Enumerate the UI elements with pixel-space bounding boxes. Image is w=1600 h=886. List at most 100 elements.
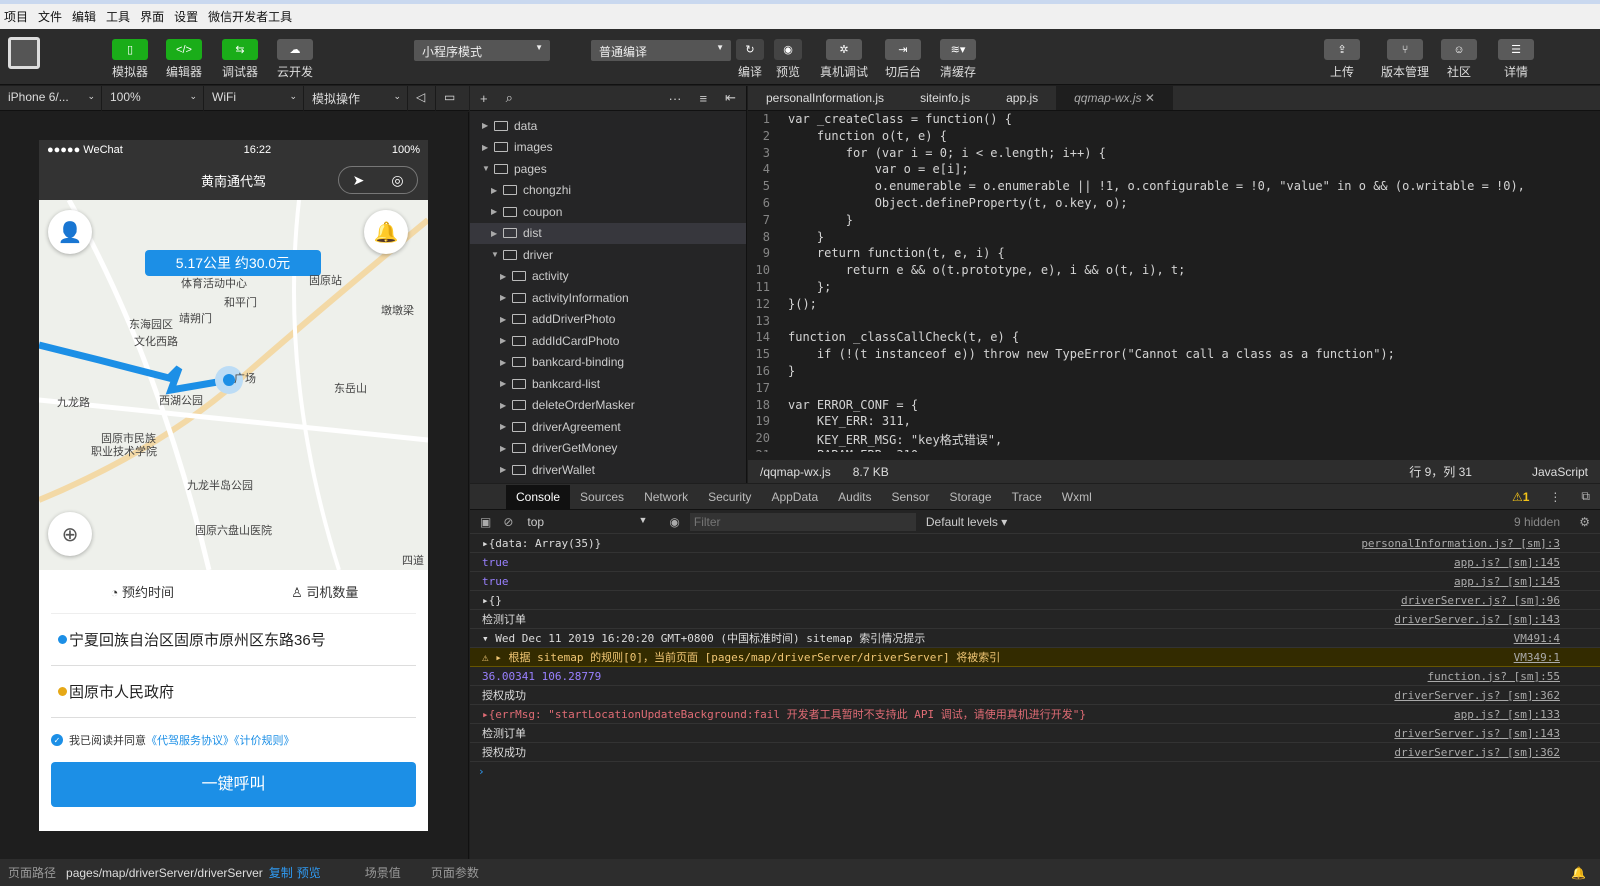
remote-debug-button[interactable]: ✲ 真机调试 [819, 39, 869, 80]
agreement-links[interactable]: 《代驾服务协议》《计价规则》 [146, 732, 295, 748]
debugger-button[interactable]: ⇆ 调试器 [220, 39, 260, 80]
map[interactable]: 5.17公里 约30.0元 👤 🔔 ⊕ 体育活动中心 固原站 和平门 东海园区 靖朔门文… [39, 200, 428, 570]
tree-node[interactable]: ▶ bankcard-binding [470, 352, 746, 374]
devtools-tab[interactable]: Sensor [882, 485, 940, 509]
plus-icon[interactable]: + [480, 91, 488, 106]
location-arrow-icon[interactable]: ➤ [339, 172, 378, 189]
console-filter-input[interactable] [689, 512, 916, 531]
menu-item-1[interactable]: 文件 [38, 8, 62, 25]
devtools-tab[interactable]: Network [634, 485, 698, 509]
tree-node[interactable]: ▶ driverWallet [470, 459, 746, 481]
context-select[interactable]: top ▼ [527, 515, 647, 529]
kebab-icon[interactable]: ⋮ [1539, 485, 1571, 509]
devtools-tab[interactable]: Storage [940, 485, 1002, 509]
end-address[interactable]: 固原市人民政府 [51, 666, 416, 718]
community-button[interactable]: ☺ 社区 [1439, 39, 1479, 80]
sort-icon[interactable]: ≡ [700, 91, 708, 106]
console-source-link[interactable]: driverServer.js? [sm]:143 [1394, 613, 1560, 626]
code-area[interactable]: 1 var _createClass = function() {2 functi… [748, 112, 1600, 452]
console-source-link[interactable]: app.js? [sm]:133 [1454, 708, 1560, 721]
tree-node[interactable]: ▶ addIdCardPhoto [470, 330, 746, 352]
editor-button[interactable]: </> 编辑器 [164, 39, 204, 80]
network-select[interactable]: WiFi ⌄ [204, 85, 304, 111]
compile-button[interactable]: ↻ 编译 [732, 39, 768, 80]
params-button[interactable]: 页面参数 [431, 864, 479, 881]
close-icon[interactable]: ✕ [1141, 91, 1155, 105]
devtools-tab[interactable]: Console [506, 484, 571, 509]
console-source-link[interactable]: function.js? [sm]:55 [1428, 670, 1560, 683]
console-source-link[interactable]: driverServer.js? [sm]:362 [1394, 746, 1560, 759]
menu-item-0[interactable]: 项目 [4, 8, 28, 25]
capsule[interactable]: ➤ ◎ [338, 166, 418, 194]
preview-link[interactable]: 预览 [297, 864, 321, 881]
mode-select[interactable]: 小程序模式 ▼ [414, 40, 550, 61]
compile-mode-select[interactable]: 普通编译 ▼ [591, 40, 731, 61]
console-source-link[interactable]: app.js? [sm]:145 [1454, 556, 1560, 569]
undock-icon[interactable]: ⧉ [1571, 484, 1600, 509]
devtools-tab[interactable]: Security [698, 485, 761, 509]
upload-button[interactable]: ⇪ 上传 [1322, 39, 1362, 80]
zoom-select[interactable]: 100% ⌄ [102, 85, 204, 111]
menu-item-3[interactable]: 工具 [106, 8, 130, 25]
window-button[interactable]: ▭ [436, 86, 468, 111]
user-icon[interactable]: 👤 [48, 210, 92, 254]
console-source-link[interactable]: driverServer.js? [sm]:96 [1401, 594, 1560, 607]
warning-count[interactable]: ⚠1 [1502, 485, 1539, 509]
devtools-tab[interactable]: Sources [570, 485, 634, 509]
settings-gear-icon[interactable]: ⚙ [1579, 515, 1590, 529]
tree-node[interactable]: ▶ driverGetMoney [470, 438, 746, 460]
devtools-tab[interactable]: Audits [828, 485, 881, 509]
checkbox-icon[interactable]: ✓ [51, 734, 63, 746]
tree-node[interactable]: ▶ bankcard-list [470, 373, 746, 395]
tree-node[interactable]: ▶ deleteOrderMasker [470, 395, 746, 417]
eye-icon[interactable]: ◉ [669, 515, 679, 529]
tree-node[interactable]: ▶ coupon [470, 201, 746, 223]
call-button[interactable]: 一键呼叫 [51, 762, 416, 807]
scene-button[interactable]: 场景值 [365, 864, 401, 881]
tree-node[interactable]: ▶ data [470, 115, 746, 137]
console-source-link[interactable]: VM349:1 [1514, 651, 1560, 664]
console-source-link[interactable]: app.js? [sm]:145 [1454, 575, 1560, 588]
locate-icon[interactable]: ⊕ [48, 512, 92, 556]
menu-item-4[interactable]: 界面 [140, 8, 164, 25]
editor-tab[interactable]: app.js [988, 86, 1056, 110]
reserve-time-button[interactable]: ◔ 预约时间 [51, 582, 234, 601]
copy-link[interactable]: 复制 [269, 864, 293, 881]
tree-node[interactable]: ▶ addDriverPhoto [470, 309, 746, 331]
menu-item-5[interactable]: 设置 [174, 8, 198, 25]
editor-tab[interactable]: siteinfo.js [902, 86, 988, 110]
console-prompt[interactable]: › [470, 762, 1600, 781]
tree-node[interactable]: ▶ chongzhi [470, 180, 746, 202]
version-button[interactable]: ⑂ 版本管理 [1378, 39, 1432, 80]
avatar[interactable] [8, 37, 40, 69]
tree-node[interactable]: ▼ driver [470, 244, 746, 266]
start-address[interactable]: 宁夏回族自治区固原市原州区东路36号 [51, 614, 416, 666]
devtools-tab[interactable]: AppData [761, 485, 828, 509]
device-select[interactable]: iPhone 6/... ⌄ [0, 85, 102, 111]
menu-item-2[interactable]: 编辑 [72, 8, 96, 25]
console-source-link[interactable]: personalInformation.js? [sm]:3 [1361, 537, 1560, 550]
clear-cache-button[interactable]: ≋▾ 清缓存 [938, 39, 978, 80]
details-button[interactable]: ☰ 详情 [1496, 39, 1536, 80]
search-icon[interactable]: ⌕ [506, 90, 513, 106]
devtools-tab[interactable]: Wxml [1052, 485, 1102, 509]
editor-tab[interactable]: qqmap-wx.js ✕ [1056, 86, 1173, 110]
clear-console-icon[interactable]: ⊘ [503, 515, 513, 529]
cloud-button[interactable]: ☁ 云开发 [275, 39, 315, 80]
tree-node[interactable]: ▶ images [470, 137, 746, 159]
editor-tab[interactable]: personalInformation.js [748, 86, 902, 110]
collapse-icon[interactable]: ⇤ [725, 90, 736, 106]
driver-count-button[interactable]: ♙ 司机数量 [234, 582, 417, 601]
bell-icon[interactable]: 🔔 [364, 210, 408, 254]
tree-node[interactable]: ▶ activity [470, 266, 746, 288]
close-target-icon[interactable]: ◎ [378, 172, 417, 189]
console-source-link[interactable]: VM491:4 [1514, 632, 1560, 645]
tree-node[interactable]: ▶ dist [470, 222, 746, 244]
console-source-link[interactable]: driverServer.js? [sm]:362 [1394, 689, 1560, 702]
simulator-button[interactable]: ▯ 模拟器 [110, 39, 150, 80]
preview-button[interactable]: ◉ 预览 [770, 39, 806, 80]
devtools-tab[interactable]: Trace [1002, 485, 1052, 509]
tree-node[interactable]: ▶ driverAgreement [470, 416, 746, 438]
bell-icon[interactable]: 🔔 [1571, 866, 1586, 880]
menu-item-6[interactable]: 微信开发者工具 [208, 8, 292, 25]
